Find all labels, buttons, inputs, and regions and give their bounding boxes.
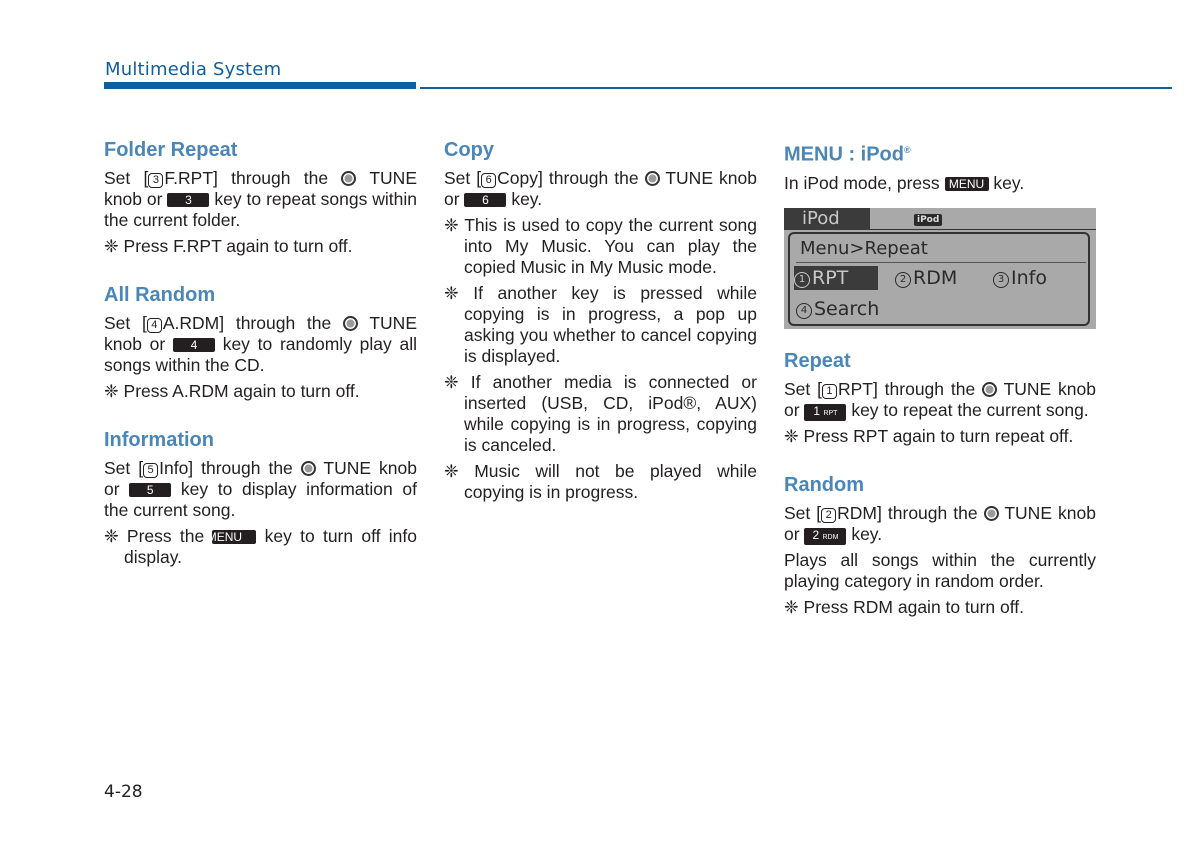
menu-ipod-intro: In iPod mode, press MENU key. xyxy=(784,172,1025,193)
column-3: MENU : iPod® In iPod mode, press MENU ke… xyxy=(784,138,1096,644)
copy-note: ❈ This is used to copy the current song … xyxy=(444,215,758,277)
random-note: ❈ Press RDM again to turn off. xyxy=(784,596,1025,617)
random-heading: Random xyxy=(784,473,864,496)
information-section: Information Set [5 Info] through the TUNE… xyxy=(104,428,417,568)
tune-knob-icon xyxy=(342,316,358,331)
key-5-button-icon: 5 xyxy=(129,483,172,497)
menu-number-icon: 6 xyxy=(481,173,497,188)
menu-ipod-section: MENU : iPod® In iPod mode, press MENU ke… xyxy=(784,138,1096,194)
note-symbol-icon: ❈ xyxy=(444,215,459,235)
all-random-instruction: Set [4 A.RDM] through the TUNE knob or 4 … xyxy=(104,313,417,375)
menu-number-icon: 5 xyxy=(143,463,159,478)
tune-knob-icon xyxy=(300,461,316,476)
information-note: ❈ Press the MENU key to turn off info di… xyxy=(104,526,417,567)
menu-number-icon: 1 xyxy=(821,383,837,399)
screen-option-rpt: 1 RPT xyxy=(794,265,879,290)
random-section: Random Set [2 RDM] through the TUNE knob … xyxy=(784,473,1096,618)
note-symbol-icon: ❈ xyxy=(104,526,119,546)
copy-section: Copy Set [6 Copy] through the TUNE knob o… xyxy=(444,138,757,503)
option-number-icon: 1 xyxy=(794,271,810,288)
repeat-instruction: Set [1 RPT] through the TUNE knob or 1 RP… xyxy=(784,378,1096,421)
copy-note: ❈ If another media is connected or inser… xyxy=(444,372,757,455)
tune-knob-icon xyxy=(341,171,357,186)
screen-option-rdm: 2 RDM xyxy=(895,266,957,290)
option-number-icon: 4 xyxy=(796,302,812,319)
ipod-menu-screen-image: iPod iPod Menu>Repeat 1 RPT 2 RDM 3 Info 4S… xyxy=(784,207,1096,329)
key-1-rpt-button-icon: 1 RPT xyxy=(804,403,847,421)
all-random-heading: All Random xyxy=(104,284,216,306)
all-random-section: All Random Set [4 A.RDM] through the TUNE… xyxy=(104,283,417,402)
tune-knob-icon xyxy=(644,171,660,186)
screen-breadcrumb-divider xyxy=(796,261,1086,263)
menu-key-icon: MENU xyxy=(944,176,989,191)
folder-repeat-instruction: Set [3 F.RPT] through the TUNE knob or 3 … xyxy=(104,168,417,230)
note-symbol-icon: ❈ xyxy=(784,596,799,617)
repeat-note: ❈ Press RPT again to turn repeat off. xyxy=(784,425,1074,446)
column-1: Folder Repeat Set [3 F.RPT] through the T… xyxy=(104,138,417,594)
note-symbol-icon: ❈ xyxy=(784,425,799,446)
random-body: Plays all songs within the currently pla… xyxy=(784,549,1096,591)
folder-repeat-heading: Folder Repeat xyxy=(104,139,238,161)
tune-knob-icon xyxy=(983,505,999,521)
screen-menu-panel: Menu>Repeat 1 RPT 2 RDM 3 Info 4 Search xyxy=(788,231,1090,326)
random-instruction: Set [2 RDM] through the TUNE knob or 2 RD… xyxy=(784,502,1096,545)
note-symbol-icon: ❈ xyxy=(444,372,459,392)
all-random-note: ❈ Press A.RDM again to turn off. xyxy=(104,381,360,401)
screen-breadcrumb: Menu>Repeat xyxy=(800,237,928,259)
screen-option-info: 3 Info xyxy=(993,266,1047,290)
information-instruction: Set [5 Info] through the TUNE knob or 5 k… xyxy=(104,458,417,520)
option-number-icon: 3 xyxy=(993,271,1009,288)
copy-note: ❈ If another key is pressed while copyin… xyxy=(444,283,757,366)
menu-number-icon: 3 xyxy=(148,173,164,188)
information-heading: Information xyxy=(104,429,214,451)
header-rule-thick xyxy=(104,82,416,89)
tune-knob-icon xyxy=(982,381,998,397)
key-2-rdm-button-icon: 2 RDM xyxy=(804,527,847,545)
note-symbol-icon: ❈ xyxy=(444,461,459,481)
key-3-button-icon: 3 xyxy=(167,193,210,207)
screen-mode-tab: iPod xyxy=(784,207,870,230)
section-header-title: Multimedia System xyxy=(105,59,282,80)
menu-number-icon: 2 xyxy=(821,507,837,523)
copy-heading: Copy xyxy=(444,139,494,161)
key-6-button-icon: 6 xyxy=(464,193,507,207)
screen-option-search: 4 Search xyxy=(796,297,879,321)
key-4-button-icon: 4 xyxy=(172,338,215,352)
copy-note: ❈ Music will not be played while copying… xyxy=(444,461,757,502)
repeat-heading: Repeat xyxy=(784,349,851,372)
menu-number-icon: 4 xyxy=(146,318,162,333)
note-symbol-icon: ❈ xyxy=(104,236,119,256)
note-symbol-icon: ❈ xyxy=(444,283,459,303)
folder-repeat-note: ❈ Press F.RPT again to turn off. xyxy=(104,236,353,256)
menu-key-icon: MENU xyxy=(207,530,257,544)
page-number: 4-28 xyxy=(104,782,143,802)
header-rule-thin xyxy=(420,87,1172,89)
folder-repeat-section: Folder Repeat Set [3 F.RPT] through the T… xyxy=(104,138,417,257)
menu-ipod-heading: MENU : iPod® xyxy=(784,143,911,166)
ipod-badge-icon: iPod xyxy=(914,213,943,226)
note-symbol-icon: ❈ xyxy=(104,381,119,401)
option-number-icon: 2 xyxy=(895,271,911,288)
screen-divider xyxy=(870,228,1096,230)
repeat-section: Repeat Set [1 RPT] through the TUNE knob … xyxy=(784,349,1096,447)
column-2: Copy Set [6 Copy] through the TUNE knob o… xyxy=(444,138,757,529)
copy-instruction: Set [6 Copy] through the TUNE knob or 6 k… xyxy=(444,168,757,209)
